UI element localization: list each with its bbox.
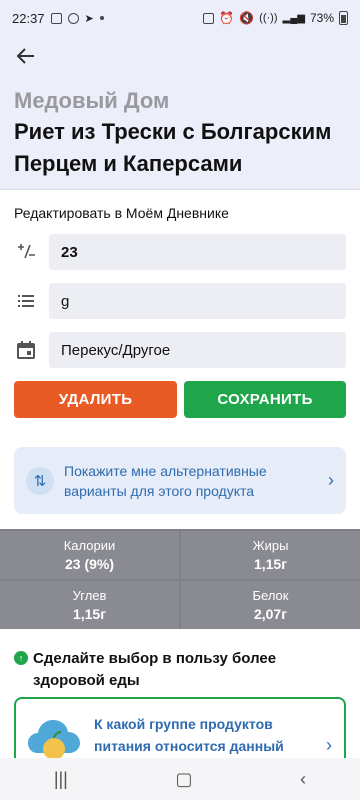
nutrition-calories: Калории 23 (9%) [0,531,179,579]
quantity-input[interactable]: 23 [49,234,346,270]
food-title: Риет из Трески с Болгарским Перцем и Кап… [14,119,332,176]
nutrition-carbs: Углев 1,15г [0,581,179,629]
delete-button[interactable]: УДАЛИТЬ [14,381,177,418]
nutrition-label: Белок [252,588,289,603]
nutrition-value: 23 (9%) [64,556,115,572]
nutrition-grid: Калории 23 (9%) Жиры 1,15г Углев 1,15г Б… [0,529,360,629]
healthy-choice-heading: ↑ Сделайте выбор в пользу более здоровой… [14,648,344,692]
back-arrow-icon[interactable] [14,44,38,68]
mute-icon: 🔇 [239,11,255,25]
signal-icon: ▂▄▆ [282,12,305,24]
quantity-row: 23 [0,234,360,270]
nutrition-fat: Жиры 1,15г [181,531,360,579]
healthy-text: Сделайте выбор в пользу более здоровой е… [33,650,277,689]
sim-icon [203,12,215,24]
save-button[interactable]: СОХРАНИТЬ [184,381,346,418]
list-icon [14,289,38,313]
nutrition-label: Жиры [252,538,289,553]
alternatives-text: Покажите мне альтернативные варианты для… [64,462,267,499]
back-nav-icon[interactable]: ‹ [300,769,306,790]
notification-dot-icon [99,16,104,20]
telegram-icon: ➤ [84,12,94,25]
chevron-right-icon: › [326,735,332,755]
swap-icon: ⇅ [26,466,54,495]
calendar-icon [14,338,38,362]
chevron-right-icon: › [328,470,334,490]
home-icon[interactable]: ▢ [175,769,192,790]
nutrition-protein: Белок 2,07г [181,581,360,629]
battery-percent: 73% [309,11,334,25]
recent-apps-icon[interactable]: ||| [54,769,68,790]
plus-minus-icon [14,240,38,264]
meal-select[interactable]: Перекус/Другое [49,332,346,368]
wifi-icon: ((·)) [259,12,278,24]
alternatives-card[interactable]: ⇅ Покажите мне альтернативные варианты д… [14,447,346,514]
nutrition-value: 2,07г [253,606,288,622]
unit-row: g [0,283,360,319]
check-circle-icon [67,12,79,24]
battery-icon [339,11,348,25]
status-bar: 22:37 ➤ ⏰ 🔇 ((·)) ▂▄▆ 73% [0,0,360,36]
nutrition-label: Углев [72,588,107,603]
food-group-text: К какой группе продуктов питания относит… [94,716,284,754]
nutrition-value: 1,15г [72,606,107,622]
brand-name: Медовый Дом [14,88,170,113]
alarm-icon: ⏰ [219,11,235,25]
header: Медовый Дом Риет из Трески с Болгарским … [0,36,360,190]
status-time: 22:37 [12,10,45,26]
gallery-icon [50,12,62,24]
meal-row: Перекус/Другое [0,332,360,368]
unit-select[interactable]: g [49,283,346,319]
system-nav-bar: ||| ▢ ‹ [0,758,360,800]
nutrition-label: Калории [63,538,116,553]
nutrition-value: 1,15г [253,556,288,572]
edit-label: Редактировать в Моём Дневнике [14,205,229,221]
health-badge-icon: ↑ [14,651,28,665]
